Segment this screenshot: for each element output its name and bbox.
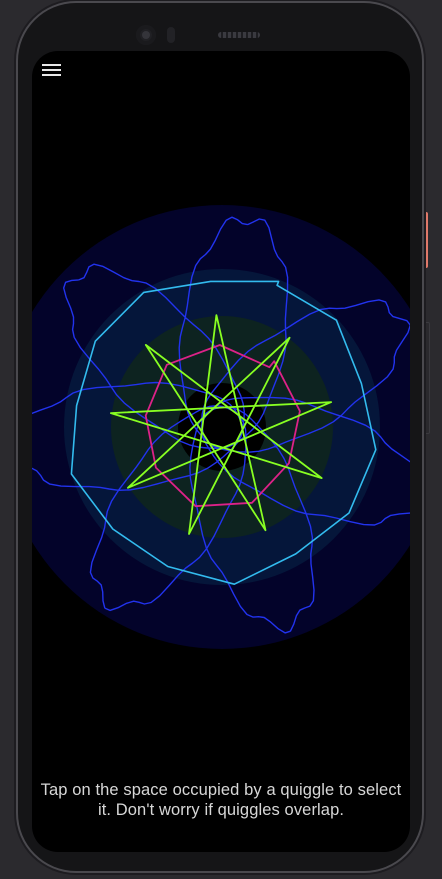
- app-screen: Tap on the space occupied by a quiggle t…: [32, 51, 410, 852]
- hint-line-1: Tap on the space occupied by a quiggle t…: [40, 781, 402, 799]
- hint-line-2: it. Don't worry if quiggles overlap.: [97, 801, 345, 819]
- power-button[interactable]: [423, 212, 428, 268]
- front-camera: [136, 25, 156, 45]
- selection-hint: Tap on the space occupied by a quiggle t…: [32, 780, 410, 820]
- proximity-sensor: [167, 27, 175, 43]
- quiggle-canvas[interactable]: [32, 51, 410, 852]
- hamburger-menu-icon[interactable]: [42, 62, 62, 78]
- earpiece-speaker: [218, 32, 260, 38]
- volume-rocker[interactable]: [423, 322, 430, 434]
